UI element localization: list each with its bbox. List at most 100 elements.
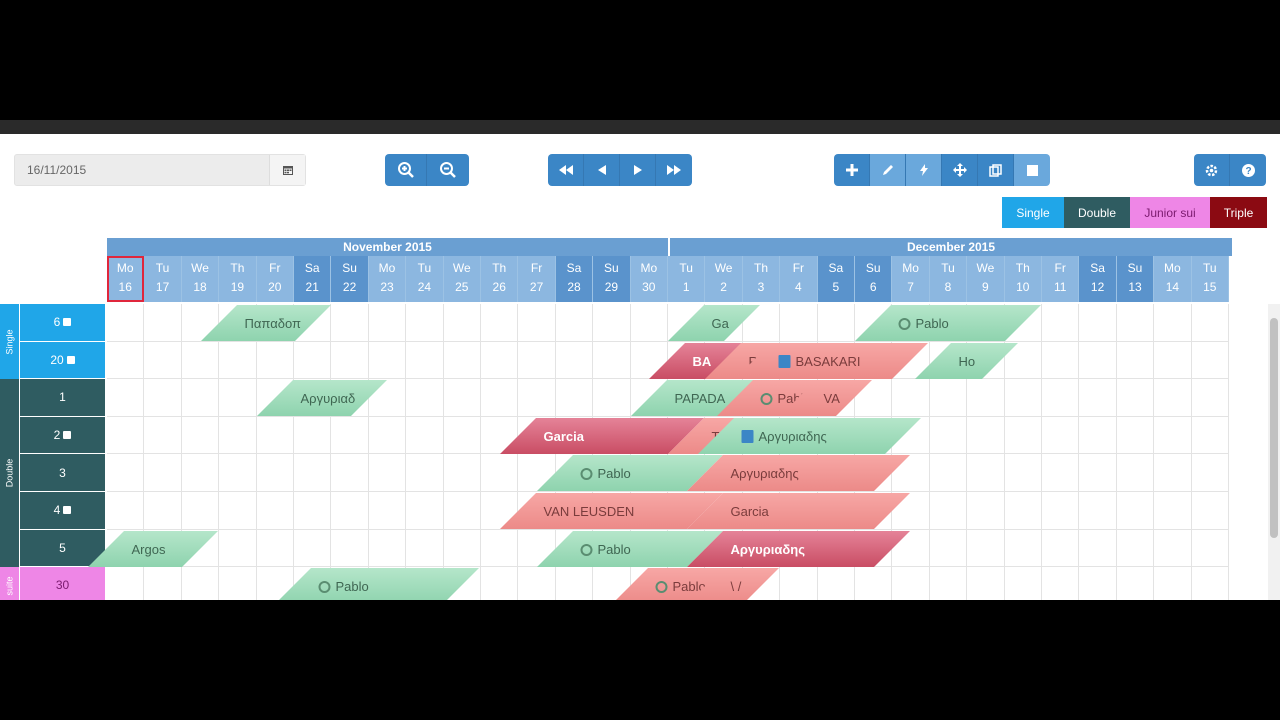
grid-cell[interactable]: [107, 454, 145, 492]
grid-cell[interactable]: [443, 416, 481, 455]
grid-cell[interactable]: [593, 379, 631, 417]
grid-cell[interactable]: [406, 492, 444, 530]
grid-cell[interactable]: [1042, 379, 1080, 417]
grid-cell[interactable]: [1116, 379, 1155, 417]
grid-cell[interactable]: [219, 341, 257, 380]
grid-cell[interactable]: [443, 492, 481, 530]
day-header[interactable]: Tu 8: [929, 256, 968, 302]
grid-cell[interactable]: [406, 304, 444, 342]
grid-cell[interactable]: [219, 567, 257, 600]
booking-bar[interactable]: Αργυριαδης: [686, 530, 910, 567]
grid-cell[interactable]: [331, 416, 369, 455]
grid-cell[interactable]: [892, 567, 930, 600]
grid-cell[interactable]: [518, 304, 556, 342]
day-header[interactable]: Tu 17: [144, 256, 182, 302]
previous-button[interactable]: [584, 154, 620, 186]
grid-cell[interactable]: [107, 492, 145, 530]
grid-cell[interactable]: [144, 416, 182, 455]
quick-action-button[interactable]: [906, 154, 942, 186]
legend-single[interactable]: Single: [1002, 197, 1064, 228]
calendar-button[interactable]: [269, 155, 305, 185]
grid-cell[interactable]: [331, 492, 369, 530]
day-header[interactable]: We 18: [181, 256, 220, 302]
grid-cell[interactable]: [144, 492, 182, 530]
day-header[interactable]: Tu 15: [1191, 256, 1229, 302]
next-button[interactable]: [620, 154, 656, 186]
grid-cell[interactable]: [443, 529, 481, 568]
booking-bar[interactable]: Αργυριαδης: [686, 455, 910, 492]
grid-cell[interactable]: [368, 454, 407, 492]
grid-cell[interactable]: [1004, 379, 1042, 417]
grid-cell[interactable]: [368, 304, 407, 342]
room-1[interactable]: 1: [20, 379, 105, 417]
grid-cell[interactable]: [1079, 492, 1117, 530]
grid-cell[interactable]: [555, 567, 594, 600]
grid-cell[interactable]: [1042, 567, 1080, 600]
grid-cell[interactable]: [1154, 529, 1192, 568]
grid-cell[interactable]: [817, 304, 855, 342]
grid-cell[interactable]: [518, 567, 556, 600]
legend-junior-suite[interactable]: Junior sui: [1130, 197, 1210, 228]
grid-cell[interactable]: [1079, 379, 1117, 417]
day-header[interactable]: Th 26: [481, 256, 519, 302]
grid-cell[interactable]: [1079, 416, 1117, 455]
grid-cell[interactable]: [219, 379, 257, 417]
grid-cell[interactable]: [892, 379, 930, 417]
grid-cell[interactable]: [593, 341, 631, 380]
day-header[interactable]: Mo 30: [630, 256, 668, 302]
grid-cell[interactable]: [256, 454, 294, 492]
grid-cell[interactable]: [1004, 567, 1042, 600]
grid-cell[interactable]: [1042, 341, 1080, 380]
legend-double[interactable]: Double: [1064, 197, 1130, 228]
grid-cell[interactable]: [1191, 304, 1229, 342]
grid-cell[interactable]: [406, 529, 444, 568]
grid-cell[interactable]: [1154, 492, 1192, 530]
day-header[interactable]: Su 29: [593, 256, 631, 302]
grid-cell[interactable]: [181, 567, 220, 600]
grid-cell[interactable]: [481, 304, 519, 342]
grid-cell[interactable]: [1191, 454, 1229, 492]
booking-bar[interactable]: Αργυριαδης: [697, 417, 921, 454]
day-header[interactable]: We 9: [967, 256, 1005, 302]
day-header[interactable]: We 2: [705, 256, 743, 302]
booking-bar[interactable]: Pablo: [275, 568, 480, 600]
date-input[interactable]: [15, 155, 271, 185]
room-2[interactable]: 2: [20, 416, 105, 455]
grid-cell[interactable]: [1116, 492, 1155, 530]
grid-cell[interactable]: [929, 379, 968, 417]
grid-cell[interactable]: [1154, 341, 1192, 380]
grid-cell[interactable]: [929, 454, 968, 492]
day-header-today[interactable]: Mo 16: [107, 256, 145, 302]
select-button[interactable]: [1014, 154, 1050, 186]
grid-cell[interactable]: [406, 341, 444, 380]
day-header[interactable]: Su 6: [855, 256, 893, 302]
grid-cell[interactable]: [929, 567, 968, 600]
grid-cell[interactable]: [817, 567, 855, 600]
grid-cell[interactable]: [1042, 304, 1080, 342]
grid-cell[interactable]: [481, 379, 519, 417]
grid-cell[interactable]: [1191, 341, 1229, 380]
grid-cell[interactable]: [1191, 567, 1229, 600]
grid-cell[interactable]: [219, 529, 257, 568]
grid-cell[interactable]: [1004, 416, 1042, 455]
date-picker[interactable]: [14, 154, 306, 186]
copy-button[interactable]: [978, 154, 1014, 186]
grid-cell[interactable]: [331, 529, 369, 568]
grid-cell[interactable]: [1116, 341, 1155, 380]
grid-cell[interactable]: [967, 567, 1005, 600]
grid-cell[interactable]: [219, 492, 257, 530]
grid-cell[interactable]: [181, 492, 220, 530]
grid-cell[interactable]: [967, 416, 1005, 455]
day-header[interactable]: Su 13: [1116, 256, 1155, 302]
grid-cell[interactable]: [1191, 379, 1229, 417]
grid-cell[interactable]: [107, 379, 145, 417]
room-3[interactable]: 3: [20, 454, 105, 492]
grid-cell[interactable]: [967, 454, 1005, 492]
grid-cell[interactable]: [1191, 492, 1229, 530]
grid-cell[interactable]: [1079, 341, 1117, 380]
grid-cell[interactable]: [294, 454, 332, 492]
grid-cell[interactable]: [256, 341, 294, 380]
grid-cell[interactable]: [443, 379, 481, 417]
grid-cell[interactable]: [1042, 492, 1080, 530]
day-header[interactable]: Th 10: [1004, 256, 1042, 302]
